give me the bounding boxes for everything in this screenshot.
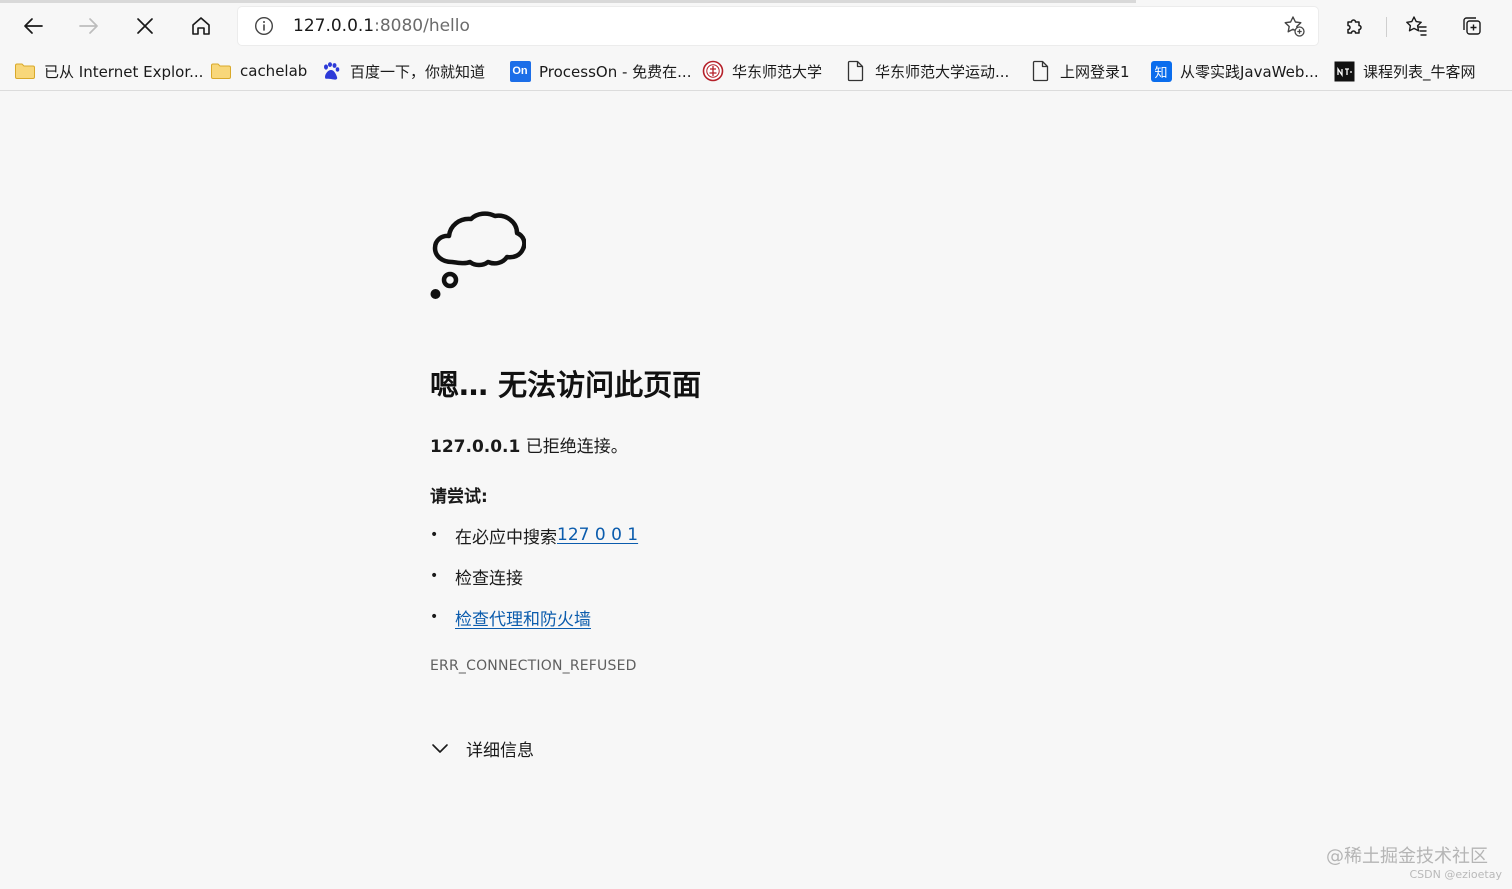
arrow-right-icon: [79, 18, 98, 34]
bookmark-folder-ie-import[interactable]: 已从 Internet Explor...: [14, 58, 203, 84]
bookmark-ecnu[interactable]: 华东师范大学: [702, 58, 822, 84]
nowcoder-icon: [1333, 60, 1355, 82]
processon-icon: On: [509, 60, 531, 82]
close-icon: [137, 18, 153, 34]
collections-icon: [1463, 17, 1481, 35]
processon-icon-text: On: [509, 60, 531, 82]
bookmark-network-login[interactable]: 上网登录1: [1030, 58, 1130, 84]
arrow-left-icon: [24, 18, 43, 34]
bookmark-label: 华东师范大学: [732, 62, 823, 81]
page-icon: [845, 60, 867, 82]
site-watermark: @稀土掘金技术社区: [1326, 846, 1488, 867]
suggestion-check-connection: • 检查连接: [430, 564, 523, 589]
bullet: •: [430, 568, 439, 584]
bookmark-label: 华东师范大学运动...: [875, 62, 1010, 81]
bookmark-baidu[interactable]: 百度一下，你就知道: [320, 58, 485, 84]
forward-button[interactable]: [71, 8, 107, 44]
page-title: 嗯… 无法访问此页面: [430, 368, 702, 402]
bookmark-label: 已从 Internet Explor...: [44, 62, 204, 81]
details-label: 详细信息: [466, 741, 534, 761]
chevron-down-icon: [430, 742, 466, 756]
back-button[interactable]: [15, 8, 51, 44]
connection-refused-message: 127.0.0.1 已拒绝连接。: [430, 432, 628, 457]
bullet: •: [430, 609, 439, 625]
bookmark-label: 上网登录1: [1060, 62, 1130, 81]
zhihu-icon: 知: [1150, 60, 1172, 82]
favorites-star-icon: [1406, 16, 1427, 36]
folder-icon: [14, 60, 36, 82]
browser-toolbar: 127.0.0.1:8080/hello: [0, 0, 1512, 52]
bing-search-link[interactable]: 127 0 0 1: [557, 525, 638, 545]
page-icon: [1030, 60, 1052, 82]
bookmark-label: cachelab: [240, 62, 308, 80]
url-host: 127.0.0.1: [293, 16, 375, 36]
try-heading: 请尝试:: [430, 487, 488, 507]
home-icon: [192, 17, 210, 35]
folder-icon: [210, 60, 232, 82]
bookmark-processon[interactable]: On ProcessOn - 免费在...: [509, 58, 691, 84]
refused-text: 已拒绝连接。: [520, 437, 628, 457]
add-favorite-icon[interactable]: [1282, 14, 1306, 38]
page-loading-bar: [0, 0, 1136, 3]
suggestion-search: • 在必应中搜索 127 0 0 1: [430, 523, 638, 548]
bookmark-label: ProcessOn - 免费在...: [539, 62, 692, 81]
info-icon[interactable]: [254, 16, 274, 36]
puzzle-icon: [1347, 19, 1362, 34]
search-prefix-text: 在必应中搜索: [455, 527, 557, 548]
toolbar-divider: [1386, 17, 1387, 37]
url-text[interactable]: 127.0.0.1:8080/hello: [293, 16, 470, 36]
bookmark-nowcoder[interactable]: 课程列表_牛客网: [1333, 58, 1476, 84]
check-connection-text: 检查连接: [455, 568, 523, 589]
home-button[interactable]: [183, 8, 219, 44]
url-path: :8080/hello: [374, 16, 470, 36]
baidu-icon: [320, 60, 342, 82]
ecnu-logo-icon: [702, 60, 724, 82]
error-code: ERR_CONNECTION_REFUSED: [430, 658, 637, 674]
author-watermark: CSDN @ezioetay: [1409, 868, 1502, 881]
bookmark-label: 课程列表_牛客网: [1363, 62, 1476, 81]
bookmark-zhihu-javaweb[interactable]: 知 从零实践JavaWeb...: [1150, 58, 1319, 84]
zhihu-icon-text: 知: [1150, 60, 1172, 82]
extensions-button[interactable]: [1337, 8, 1373, 44]
stop-loading-button[interactable]: [127, 8, 163, 44]
collections-button[interactable]: [1454, 8, 1490, 44]
suggestion-check-proxy: • 检查代理和防火墙: [430, 605, 591, 630]
thought-cloud-icon: [430, 211, 526, 299]
bullet: •: [430, 527, 439, 543]
bookmark-ecnu-sports[interactable]: 华东师范大学运动...: [845, 58, 1009, 84]
bookmark-label: 从零实践JavaWeb...: [1180, 62, 1319, 81]
bookmark-label: 百度一下，你就知道: [350, 62, 486, 81]
details-toggle[interactable]: 详细信息: [430, 736, 534, 761]
bookmark-folder-cachelab[interactable]: cachelab: [210, 58, 307, 84]
address-bar[interactable]: 127.0.0.1:8080/hello: [238, 7, 1318, 45]
check-proxy-firewall-link[interactable]: 检查代理和防火墙: [455, 605, 591, 630]
favorites-bar: 已从 Internet Explor... cachelab 百度一下，你就知道…: [0, 52, 1512, 91]
refused-host: 127.0.0.1: [430, 437, 521, 457]
favorites-button[interactable]: [1398, 8, 1434, 44]
